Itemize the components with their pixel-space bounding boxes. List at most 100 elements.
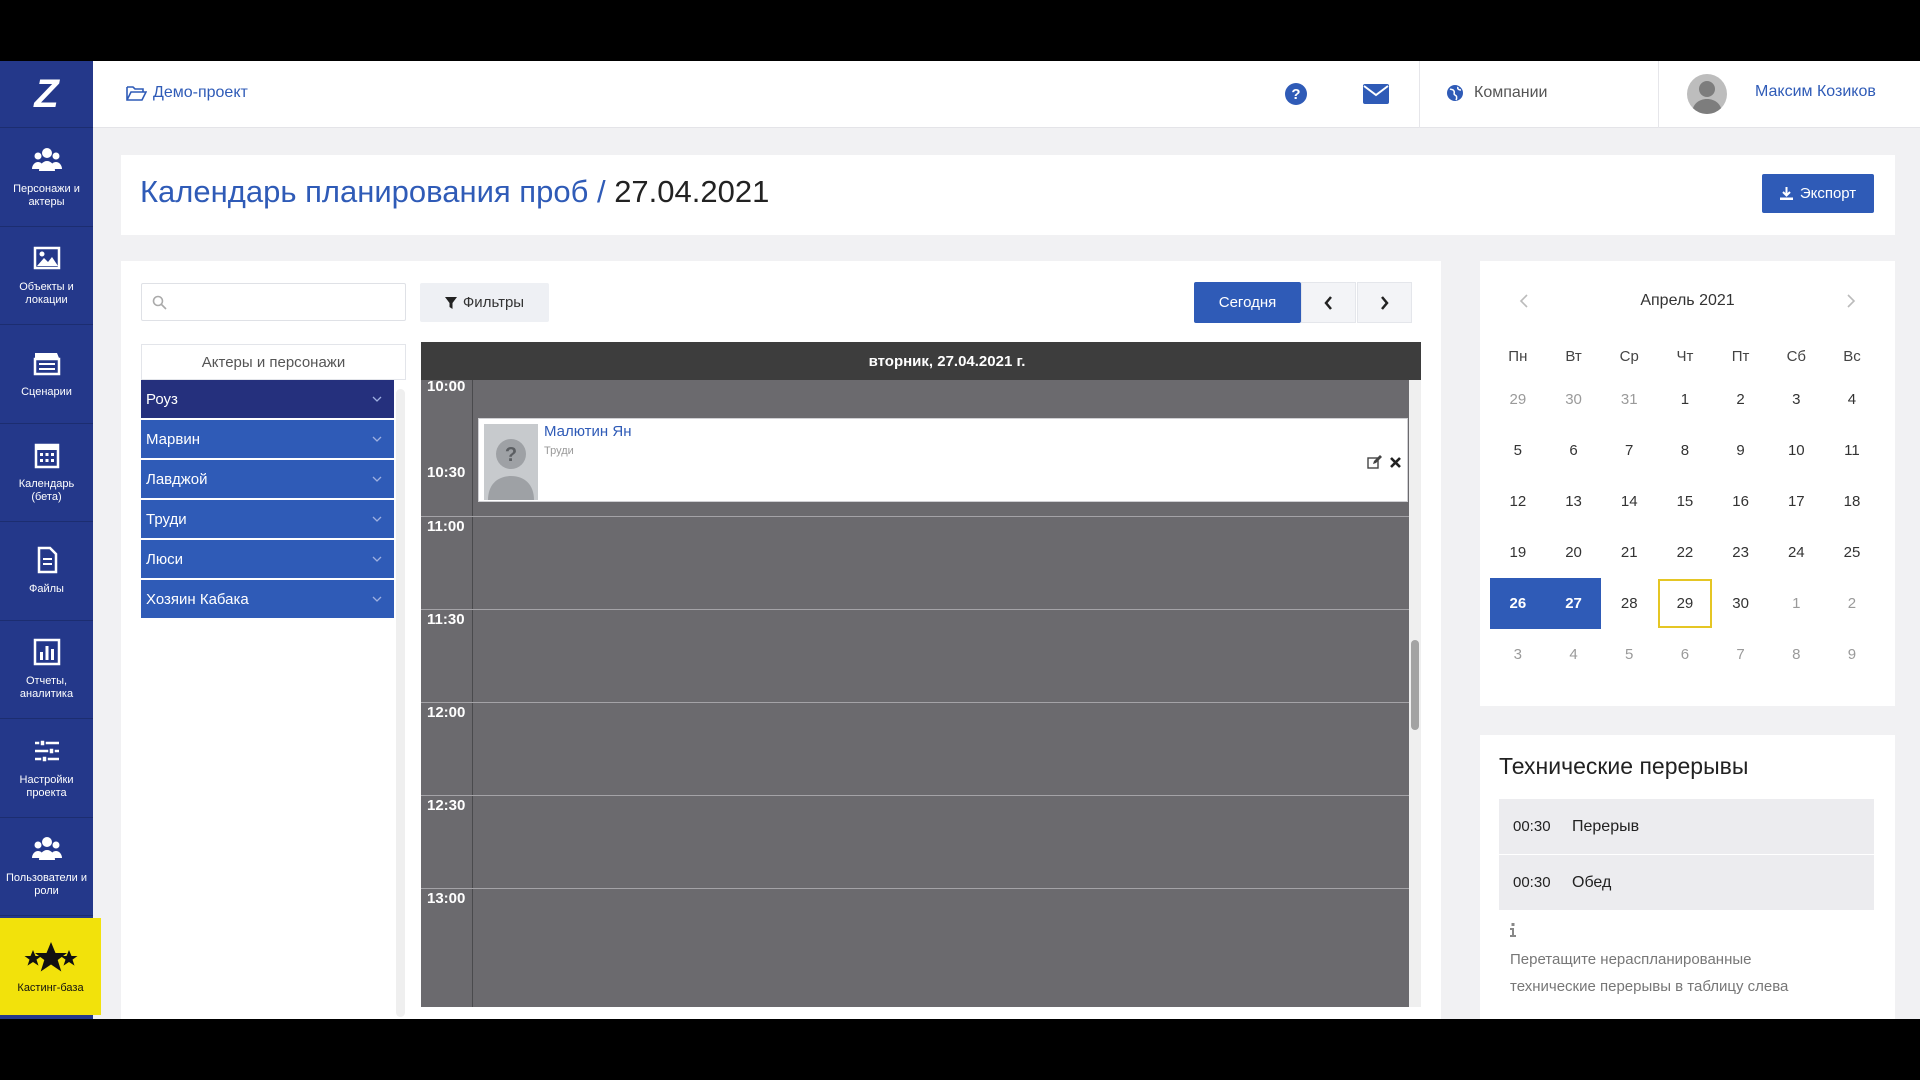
prev-day-button[interactable]: [1301, 282, 1356, 323]
calendar-day[interactable]: 8: [1657, 425, 1713, 476]
sidebar-item-label: Персонажи и актеры: [13, 182, 80, 208]
calendar-day[interactable]: 9: [1824, 629, 1880, 680]
day-schedule[interactable]: вторник, 27.04.2021 г. 10:00 10:30 11:00…: [421, 342, 1421, 1007]
companies-link[interactable]: Компании: [1446, 84, 1548, 102]
sidebar-item-casting[interactable]: Кастинг-база: [0, 918, 101, 1015]
calendar-day[interactable]: 5: [1490, 425, 1546, 476]
time-label: 13:00: [427, 890, 466, 907]
calendar-day[interactable]: 18: [1824, 476, 1880, 527]
calendar-day[interactable]: 30: [1546, 374, 1602, 425]
calendar-day[interactable]: 13: [1546, 476, 1602, 527]
app-logo[interactable]: Z: [0, 61, 93, 128]
sidebar-item-files[interactable]: Файлы: [0, 522, 93, 621]
tech-break-item[interactable]: 00:30 Перерыв: [1499, 799, 1874, 854]
calendar-day[interactable]: 14: [1601, 476, 1657, 527]
calendar-day[interactable]: 3: [1490, 629, 1546, 680]
chevron-down-icon: [372, 436, 382, 442]
page-header: Календарь планирования проб / 27.04.2021…: [121, 155, 1895, 235]
actor-item[interactable]: Люси: [141, 540, 394, 578]
search-input[interactable]: [141, 283, 406, 321]
calendar-day-selected[interactable]: 27: [1545, 578, 1602, 629]
actor-item[interactable]: Хозяин Кабака: [141, 580, 394, 618]
calendar-day-today[interactable]: 29: [1657, 578, 1713, 629]
breadcrumb[interactable]: Демо-проект: [126, 84, 248, 102]
calendar-day[interactable]: 20: [1546, 527, 1602, 578]
calendar-day[interactable]: 29: [1490, 374, 1546, 425]
sidebar-item-label: Кастинг-база: [17, 981, 84, 994]
event-actor-name[interactable]: Малютин Ян: [544, 423, 632, 440]
sidebar-item-scripts[interactable]: Сценарии: [0, 325, 93, 424]
actors-list-header: Актеры и персонажи: [141, 344, 406, 380]
weekday-label: Вт: [1565, 348, 1582, 365]
calendar-day[interactable]: 28: [1601, 578, 1657, 629]
calendar-day[interactable]: 7: [1713, 629, 1769, 680]
topbar-divider: [1658, 61, 1659, 128]
calendar-day[interactable]: 2: [1713, 374, 1769, 425]
actor-name: Роуз: [146, 390, 178, 408]
next-day-button[interactable]: [1357, 282, 1412, 323]
calendar-day[interactable]: 25: [1824, 527, 1880, 578]
info-icon: [1510, 923, 1516, 937]
time-label: 11:30: [427, 611, 465, 628]
actor-item[interactable]: Роуз: [141, 380, 394, 418]
calendar-day[interactable]: 4: [1546, 629, 1602, 680]
filters-button[interactable]: Фильтры: [420, 283, 549, 322]
folder-open-icon: [126, 86, 147, 101]
calendar-day[interactable]: 15: [1657, 476, 1713, 527]
calendar-day[interactable]: 2: [1824, 578, 1880, 629]
calendar-day[interactable]: 1: [1657, 374, 1713, 425]
calendar-day[interactable]: 12: [1490, 476, 1546, 527]
schedule-scrollbar[interactable]: [1409, 380, 1421, 1007]
calendar-day[interactable]: 16: [1713, 476, 1769, 527]
calendar-day[interactable]: 10: [1768, 425, 1824, 476]
calendar-day[interactable]: 21: [1601, 527, 1657, 578]
sidebar-item-calendar[interactable]: Календарь (бета): [0, 424, 93, 522]
calendar-day[interactable]: 6: [1546, 425, 1602, 476]
calendar-day[interactable]: 22: [1657, 527, 1713, 578]
audition-event[interactable]: ? Малютин Ян Труди: [478, 418, 1408, 502]
tech-breaks-hint: Перетащите нераспланированные технически…: [1510, 951, 1789, 995]
calendar-day[interactable]: 24: [1768, 527, 1824, 578]
actors-scrollbar[interactable]: [396, 389, 405, 1017]
user-name[interactable]: Максим Козиков: [1755, 83, 1876, 101]
sidebar-item-characters[interactable]: Персонажи и актеры: [0, 128, 93, 227]
calendar-day[interactable]: 9: [1713, 425, 1769, 476]
today-button[interactable]: Сегодня: [1194, 282, 1301, 323]
sidebar-item-settings[interactable]: Настройки проекта: [0, 719, 93, 818]
avatar[interactable]: [1687, 74, 1727, 114]
chevron-down-icon: [372, 516, 382, 522]
svg-text:?: ?: [1291, 86, 1300, 103]
calendar-day[interactable]: 7: [1601, 425, 1657, 476]
export-label: Экспорт: [1799, 185, 1857, 202]
globe-icon: [1447, 85, 1463, 101]
calendar-day[interactable]: 17: [1768, 476, 1824, 527]
sidebar-item-reports[interactable]: Отчеты, аналитика: [0, 621, 93, 719]
half-hour-line: [421, 888, 1409, 889]
tech-break-item[interactable]: 00:30 Обед: [1499, 855, 1874, 910]
calendar-day[interactable]: 6: [1657, 629, 1713, 680]
chevron-right-icon[interactable]: [1846, 294, 1856, 308]
help-icon[interactable]: ?: [1284, 82, 1308, 106]
edit-icon[interactable]: [1367, 455, 1382, 470]
actor-item[interactable]: Труди: [141, 500, 394, 538]
export-button[interactable]: Экспорт: [1762, 174, 1874, 213]
actor-item[interactable]: Марвин: [141, 420, 394, 458]
calendar-day[interactable]: 30: [1713, 578, 1769, 629]
actor-item[interactable]: Лавджой: [141, 460, 394, 498]
calendar-day[interactable]: 4: [1824, 374, 1880, 425]
calendar-day[interactable]: 19: [1490, 527, 1546, 578]
close-icon[interactable]: [1389, 456, 1402, 469]
calendar-day[interactable]: 8: [1768, 629, 1824, 680]
calendar-day[interactable]: 23: [1713, 527, 1769, 578]
calendar-day-selected[interactable]: 26: [1490, 578, 1546, 629]
calendar-day[interactable]: 31: [1601, 374, 1657, 425]
calendar-day[interactable]: 1: [1768, 578, 1824, 629]
calendar-day[interactable]: 3: [1768, 374, 1824, 425]
actor-name: Марвин: [146, 430, 200, 448]
calendar-day[interactable]: 5: [1601, 629, 1657, 680]
calendar-day[interactable]: 11: [1824, 425, 1880, 476]
sidebar-item-objects[interactable]: Объекты и локации: [0, 227, 93, 325]
mail-icon[interactable]: [1363, 84, 1389, 104]
scrollbar-thumb[interactable]: [1411, 640, 1419, 730]
sidebar-item-users[interactable]: Пользователи и роли: [0, 818, 93, 916]
